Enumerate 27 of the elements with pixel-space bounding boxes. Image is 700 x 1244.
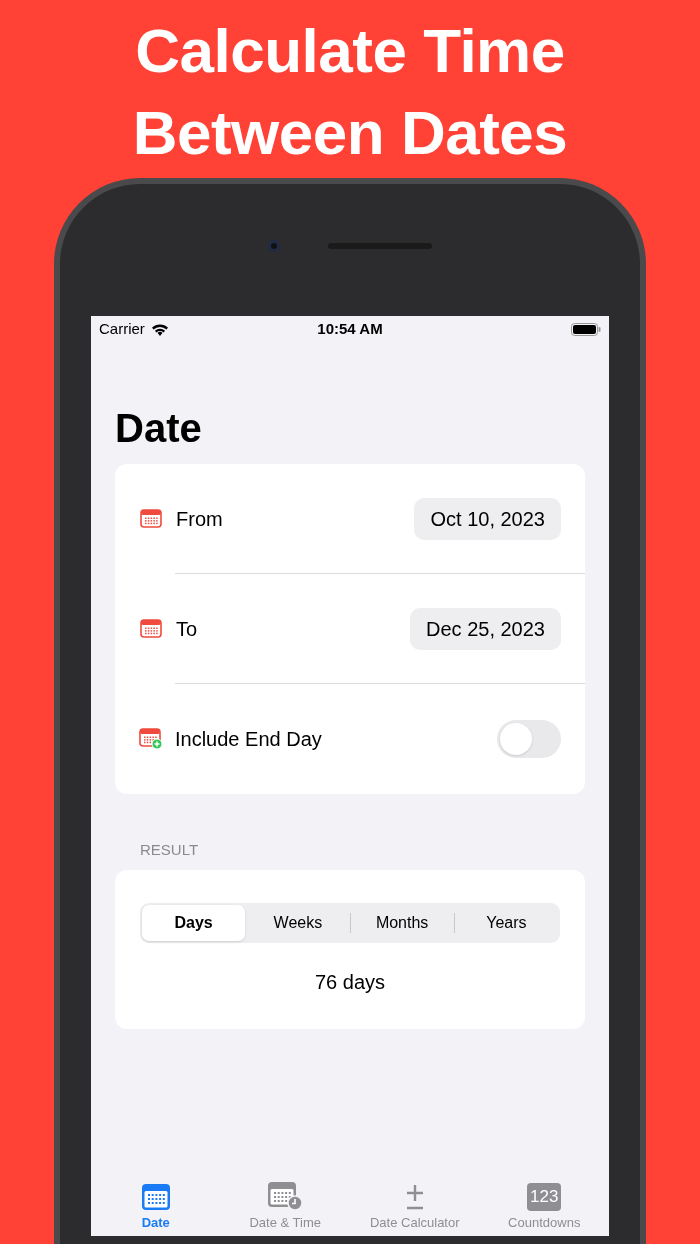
tab-bar-item[interactable]: Date: [91, 1176, 221, 1236]
date-button[interactable]: Dec 25, 2023: [410, 607, 561, 650]
calendar-icon: [140, 1182, 171, 1211]
row-label: From: [176, 506, 224, 532]
row-label: Include End Day: [175, 727, 323, 752]
calendar-plus-icon: [139, 728, 163, 750]
segment-tab[interactable]: Years: [454, 904, 558, 941]
calendar-clock-icon: [267, 1180, 304, 1211]
section-header: RESULT: [140, 840, 200, 860]
wifi-icon: [150, 322, 169, 336]
headline: Between Dates: [132, 97, 568, 169]
result-value: 76 days: [314, 969, 386, 995]
camera-icon: [268, 240, 280, 252]
headline: Calculate Time: [135, 15, 565, 87]
date-button[interactable]: Oct 10, 2023: [414, 497, 561, 540]
row-label: To: [176, 616, 199, 642]
number-icon: 123: [527, 1182, 562, 1211]
calendar-icon: [139, 508, 163, 529]
toggle-switch[interactable]: [497, 720, 561, 758]
battery-icon: [571, 322, 601, 336]
calendar-icon: [139, 618, 163, 639]
clock-time: 10:54 AM: [317, 318, 383, 339]
segment-tab[interactable]: Days: [142, 904, 246, 941]
page-title: Date: [115, 405, 203, 452]
carrier-label: Carrier: [99, 318, 145, 339]
segment-tab[interactable]: Months: [350, 904, 454, 941]
segment-tab[interactable]: Weeks: [246, 904, 350, 941]
